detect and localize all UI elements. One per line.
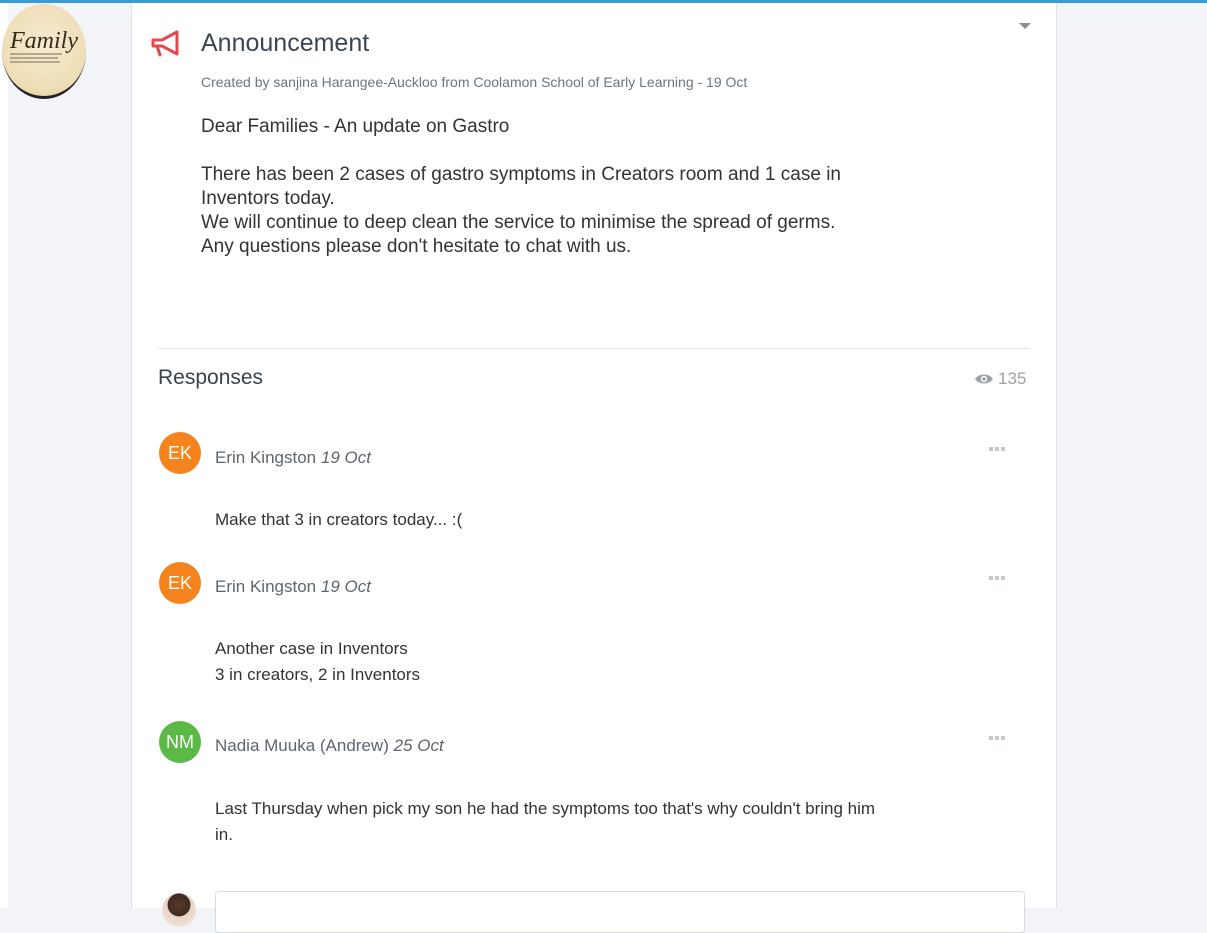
response-author[interactable]: Erin Kingston 19 Oct <box>215 448 371 468</box>
announcement-body: Dear Families - An update on Gastro Ther… <box>201 115 1001 259</box>
view-count-value: 135 <box>998 369 1027 388</box>
responses-heading: Responses <box>158 366 264 389</box>
megaphone-icon <box>150 30 184 63</box>
response-author[interactable]: Erin Kingston 19 Oct <box>215 577 371 597</box>
caret-down-icon[interactable] <box>1019 23 1031 29</box>
response-date: 25 Oct <box>393 736 444 755</box>
response-line: Make that 3 in creators today... :( <box>215 510 463 529</box>
response-line: Another case in Inventors <box>215 639 408 658</box>
response-date: 19 Oct <box>320 577 371 596</box>
announcement-line: Inventors today. <box>201 188 335 209</box>
family-logo-graphic: Family <box>9 28 78 63</box>
view-count: 135 <box>974 369 1026 389</box>
more-dots-icon[interactable] <box>989 736 1007 742</box>
announcement-title: Announcement <box>201 29 370 57</box>
response-line: in. <box>215 825 233 844</box>
author-name[interactable]: Erin Kingston <box>215 577 316 596</box>
more-dots-icon[interactable] <box>989 576 1007 582</box>
response-input[interactable] <box>215 891 1025 933</box>
announcement-heading-line: Dear Families - An update on Gastro <box>201 116 510 137</box>
response-date: 19 Oct <box>320 448 371 467</box>
svg-text:Family: Family <box>9 28 78 54</box>
more-dots-icon[interactable] <box>989 447 1007 453</box>
avatar[interactable]: EK <box>159 562 201 604</box>
response-text: Last Thursday when pick my son he had th… <box>215 796 995 848</box>
current-user-avatar <box>162 893 196 927</box>
response-text: Another case in Inventors 3 in creators,… <box>215 636 995 688</box>
author-name[interactable]: Erin Kingston <box>215 448 316 467</box>
response-line: 3 in creators, 2 in Inventors <box>215 665 421 684</box>
avatar[interactable]: EK <box>159 432 201 474</box>
left-rail <box>0 3 8 908</box>
response-author[interactable]: Nadia Muuka (Andrew) 25 Oct <box>215 736 444 756</box>
eye-icon <box>975 374 993 384</box>
announcement-line: There has been 2 cases of gastro symptom… <box>201 164 841 185</box>
school-logo-avatar[interactable]: Family <box>2 4 86 99</box>
response-line: Last Thursday when pick my son he had th… <box>215 799 876 818</box>
announcement-line: Any questions please don't hesitate to c… <box>201 236 632 257</box>
author-name[interactable]: Nadia Muuka (Andrew) <box>215 736 389 755</box>
response-text: Make that 3 in creators today... :( <box>215 507 995 533</box>
avatar[interactable]: NM <box>159 721 201 763</box>
section-divider <box>158 348 1030 349</box>
announcement-line: We will continue to deep clean the servi… <box>201 212 836 233</box>
announcement-meta: Created by sanjina Harangee-Auckloo from… <box>201 74 748 90</box>
